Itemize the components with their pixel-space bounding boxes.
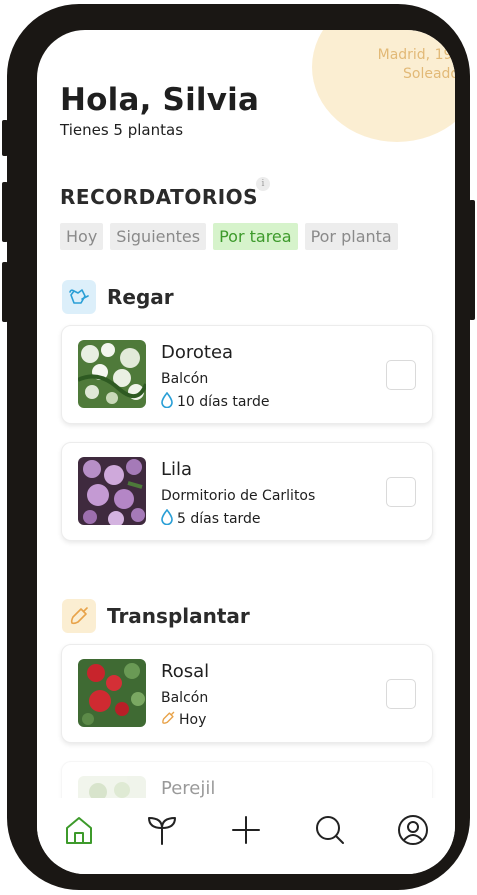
plant-name: Perejil	[161, 778, 216, 799]
group-header-regar: Regar	[62, 280, 174, 314]
plant-name: Rosal	[161, 661, 210, 682]
plant-card-lila[interactable]: Lila Dormitorio de Carlitos 5 días tarde	[61, 442, 433, 541]
profile-icon	[398, 815, 429, 845]
weather-location: Madrid, 19º	[377, 47, 455, 63]
add-icon	[231, 816, 260, 844]
plant-status-text: 5 días tarde	[177, 511, 261, 527]
weather-condition: Soleado	[403, 66, 455, 82]
tab-hoy[interactable]: Hoy	[60, 223, 104, 250]
plant-photo-dorotea	[78, 340, 146, 408]
plant-name: Dorotea	[161, 342, 234, 363]
nav-plants[interactable]	[142, 810, 182, 850]
nav-home[interactable]	[59, 810, 99, 850]
nav-search[interactable]	[310, 810, 350, 850]
plant-status: Hoy	[161, 711, 206, 729]
search-icon	[315, 816, 344, 844]
nav-profile[interactable]	[393, 810, 433, 850]
plant-location: Balcón	[161, 371, 209, 387]
group-label-transplantar: Transplantar	[107, 604, 250, 628]
app-screen: Madrid, 19º Soleado Hola, Silvia Tienes …	[37, 30, 455, 874]
plant-location: Dormitorio de Carlitos	[161, 488, 316, 504]
tab-por-planta[interactable]: Por planta	[304, 223, 398, 250]
home-icon	[65, 817, 92, 844]
plant-location: Balcón	[161, 690, 209, 706]
plants-icon	[148, 817, 177, 845]
info-icon[interactable]: i	[256, 177, 270, 191]
bottom-nav	[37, 798, 455, 874]
plant-card-rosal[interactable]: Rosal Balcón Hoy	[61, 644, 433, 743]
water-drop-icon	[161, 391, 173, 412]
watering-can-icon	[62, 280, 96, 314]
done-checkbox[interactable]	[386, 360, 416, 390]
tab-siguientes[interactable]: Siguientes	[110, 223, 207, 250]
plant-photo-rosal	[78, 659, 146, 727]
plant-name: Lila	[161, 459, 193, 480]
trowel-icon	[161, 711, 175, 729]
greeting-title: Hola, Silvia	[60, 82, 260, 118]
reminder-tabs: Hoy Siguientes Por tarea Por planta	[60, 223, 398, 250]
group-label-regar: Regar	[107, 285, 174, 309]
plant-card-dorotea[interactable]: Dorotea Balcón 10 días tarde	[61, 325, 433, 424]
reminders-title: RECORDATORIOS	[60, 185, 259, 209]
plant-status-text: Hoy	[179, 712, 207, 728]
plant-count: Tienes 5 plantas	[60, 121, 184, 139]
weather-widget: Madrid, 19º Soleado	[312, 30, 455, 142]
plant-photo-lila	[78, 457, 146, 525]
done-checkbox[interactable]	[386, 679, 416, 709]
plant-status: 5 días tarde	[161, 508, 261, 529]
nav-add[interactable]	[226, 810, 266, 850]
water-drop-icon	[161, 508, 173, 529]
plant-status-text: 10 días tarde	[177, 394, 270, 410]
plant-status: 10 días tarde	[161, 391, 270, 412]
tab-por-tarea[interactable]: Por tarea	[213, 223, 298, 250]
trowel-icon	[62, 599, 96, 633]
phone-frame: Madrid, 19º Soleado Hola, Silvia Tienes …	[7, 4, 470, 890]
group-header-transplantar: Transplantar	[62, 599, 250, 633]
done-checkbox[interactable]	[386, 477, 416, 507]
